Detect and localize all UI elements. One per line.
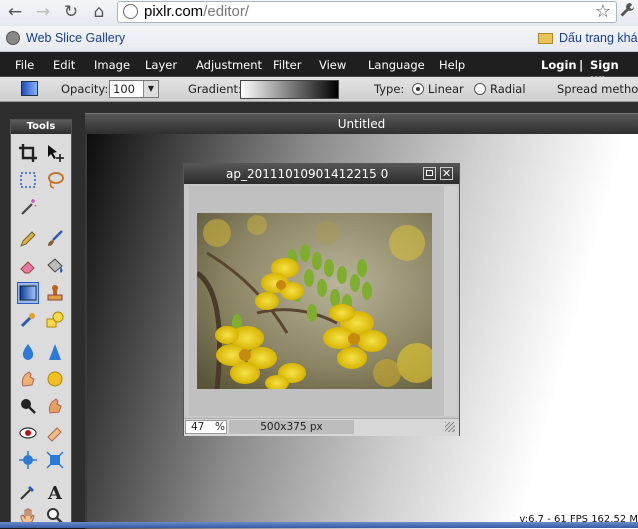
menu-filter[interactable]: Filter <box>273 58 301 72</box>
chevron-down-icon[interactable]: ▼ <box>143 81 158 97</box>
bookmark-folder[interactable]: Dấu trang khá <box>559 31 638 45</box>
burn-icon[interactable] <box>44 395 66 417</box>
brush-icon[interactable] <box>44 228 66 250</box>
radio-radial[interactable] <box>474 83 486 95</box>
web-slice-icon <box>6 31 20 45</box>
zoom-value: 47 <box>191 421 205 433</box>
opacity-input[interactable]: 100 ▼ <box>109 80 159 98</box>
menu-adjustment[interactable]: Adjustment <box>196 58 262 72</box>
sharpen-icon[interactable] <box>44 341 66 363</box>
gradient-tool-icon <box>21 81 38 96</box>
zoom-unit: % <box>215 421 225 433</box>
maximize-icon[interactable] <box>423 167 436 180</box>
eraser-icon[interactable] <box>17 255 39 277</box>
globe-icon <box>123 4 138 19</box>
color-picker-icon[interactable] <box>17 481 39 503</box>
url-domain: pixlr.com <box>144 3 204 20</box>
forward-icon[interactable]: → <box>32 2 54 22</box>
tools-title: Tools <box>11 120 71 134</box>
login-link[interactable]: Login <box>541 58 577 72</box>
type-icon[interactable]: A <box>44 481 66 503</box>
close-icon[interactable]: ✕ <box>440 167 453 180</box>
gradient-label: Gradient: <box>188 82 242 96</box>
menu-layer[interactable]: Layer <box>145 58 177 72</box>
back-icon[interactable]: ← <box>4 2 26 22</box>
image-dimensions: 500x375 px <box>229 420 354 434</box>
move-icon[interactable] <box>44 142 66 164</box>
menu-help[interactable]: Help <box>439 58 465 72</box>
crop-icon[interactable] <box>17 142 39 164</box>
drawing-icon[interactable] <box>44 309 66 331</box>
paint-bucket-icon[interactable] <box>44 255 66 277</box>
spread-method-label: Spread method <box>557 82 638 96</box>
bookmark-web-slice-gallery[interactable]: Web Slice Gallery <box>26 31 125 45</box>
app-menu-bar: File Edit Image Layer Adjustment Filter … <box>0 52 638 86</box>
image-status-bar: 47 % 500x375 px <box>184 418 459 436</box>
dodge-icon[interactable] <box>17 395 39 417</box>
image-window-title: ap_20111010901412215 0 <box>226 167 389 181</box>
taskbar <box>0 522 638 528</box>
opacity-value: 100 <box>113 82 135 96</box>
home-icon[interactable]: ⌂ <box>88 2 110 22</box>
image-window-titlebar[interactable]: ap_20111010901412215 0 ✕ <box>184 164 459 184</box>
resize-grip-icon[interactable] <box>445 422 455 432</box>
menu-language[interactable]: Language <box>368 58 425 72</box>
sponge-icon[interactable] <box>44 368 66 390</box>
zoom-input[interactable]: 47 % <box>185 420 227 434</box>
pencil-icon[interactable] <box>17 228 39 250</box>
radio-linear[interactable] <box>412 83 424 95</box>
bookmarks-bar: Web Slice Gallery Dấu trang khá <box>0 26 638 52</box>
scrollbar[interactable] <box>444 186 457 416</box>
gradient-icon[interactable] <box>17 282 39 304</box>
wrench-icon[interactable] <box>616 2 638 22</box>
lasso-icon[interactable] <box>44 169 66 191</box>
browser-toolbar: ← → ↻ ⌂ pixlr.com/editor/ ☆ <box>0 0 638 26</box>
tools-panel: Tools A <box>10 119 72 528</box>
menu-edit[interactable]: Edit <box>53 58 75 72</box>
smudge-icon[interactable] <box>17 368 39 390</box>
image-window[interactable]: ap_20111010901412215 0 ✕ 47 % 500x375 px <box>183 163 460 436</box>
red-eye-icon[interactable] <box>17 422 39 444</box>
tool-options-bar: Opacity: 100 ▼ Gradient: Type: Linear Ra… <box>0 77 638 102</box>
reload-icon[interactable]: ↻ <box>60 2 82 22</box>
spot-heal-icon[interactable] <box>44 422 66 444</box>
menu-view[interactable]: View <box>319 58 346 72</box>
bloat-icon[interactable] <box>17 449 39 471</box>
folder-icon <box>538 33 553 44</box>
radial-label: Radial <box>490 82 526 96</box>
flower-photo <box>197 213 432 389</box>
magic-wand-icon[interactable] <box>17 196 39 218</box>
linear-label: Linear <box>428 82 464 96</box>
gradient-preview[interactable] <box>240 80 339 99</box>
address-bar[interactable]: pixlr.com/editor/ <box>117 1 617 23</box>
document-title: Untitled <box>85 114 638 134</box>
type-label: Type: <box>374 82 405 96</box>
clone-stamp-icon[interactable] <box>44 282 66 304</box>
marquee-icon[interactable] <box>17 169 39 191</box>
opacity-label: Opacity: <box>61 82 109 96</box>
blur-icon[interactable] <box>17 341 39 363</box>
color-replace-icon[interactable] <box>17 309 39 331</box>
menu-file[interactable]: File <box>15 58 34 72</box>
menu-image[interactable]: Image <box>94 58 130 72</box>
svg-text:A: A <box>47 483 63 502</box>
url-path: /editor/ <box>203 3 250 20</box>
pinch-icon[interactable] <box>44 449 66 471</box>
bookmark-star-icon[interactable]: ☆ <box>592 2 614 22</box>
image-viewport[interactable] <box>189 186 444 416</box>
menu-separator: | <box>579 58 584 72</box>
